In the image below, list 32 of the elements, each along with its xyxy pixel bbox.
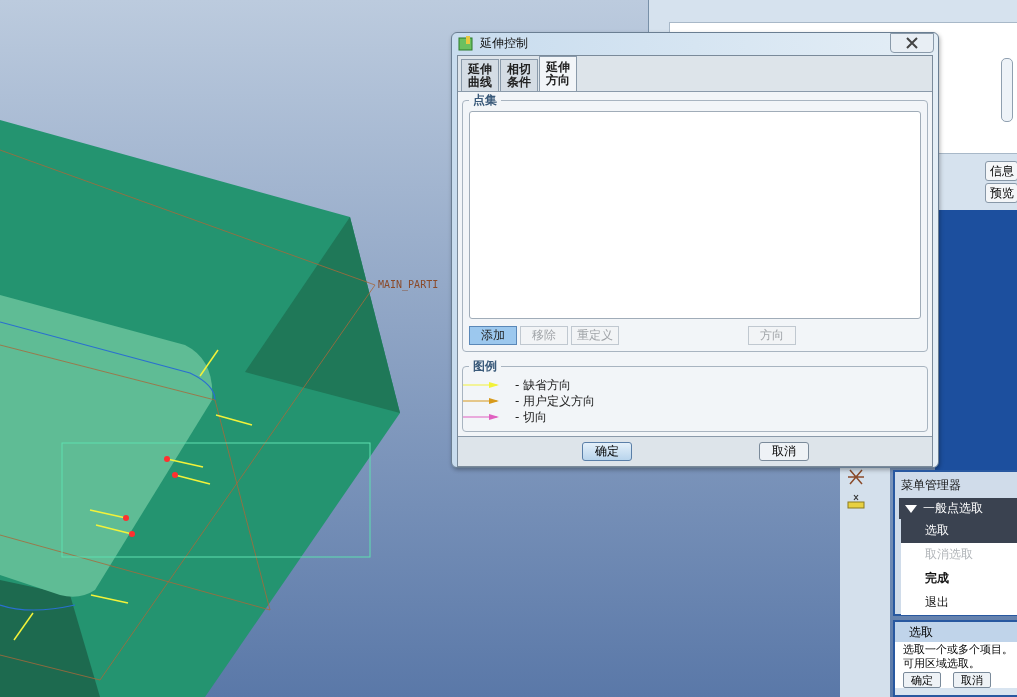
dialog-title: 选取	[909, 623, 933, 641]
instruction-text: 可用区域选取。	[903, 657, 981, 671]
point-on-surface-icon[interactable]	[846, 492, 866, 510]
close-icon	[905, 37, 919, 49]
dialog-title: 延伸控制	[480, 34, 528, 52]
app-icon	[458, 35, 474, 51]
dialog-button[interactable]: 确定	[903, 672, 941, 688]
instruction-text: 选取一个或多个项目。	[903, 643, 1014, 657]
menu-item[interactable]: 完成	[901, 567, 1017, 591]
legend-label: - 切向	[515, 408, 548, 426]
dialog-button[interactable]: 确定	[581, 442, 632, 461]
tab[interactable]: 延伸曲线	[461, 59, 499, 91]
close-button[interactable]	[890, 33, 934, 53]
menu-section-header[interactable]: 一般点选取	[899, 498, 1017, 519]
legend-label: - 缺省方向	[515, 376, 572, 394]
dialog-button[interactable]: 取消	[953, 672, 991, 688]
tab[interactable]: 相切条件	[500, 59, 538, 91]
point-cross-icon[interactable]	[846, 468, 866, 486]
side-button[interactable]: 信息	[985, 161, 1017, 181]
dialog-button[interactable]: 取消	[758, 442, 809, 461]
menu-item[interactable]: 退出	[901, 591, 1017, 615]
tab[interactable]: 延伸方向	[539, 56, 577, 91]
menu-item[interactable]: 选取	[901, 519, 1017, 543]
side-button[interactable]: 预览	[985, 183, 1017, 203]
legend-label: - 用户定义方向	[515, 392, 596, 410]
panel-title: 菜单管理器	[900, 477, 962, 494]
caret-icon	[905, 504, 917, 513]
group-title: 图例	[472, 358, 498, 375]
group-title: 点集	[472, 92, 498, 109]
scrollbar[interactable]	[1001, 58, 1013, 122]
model-name-label: MAIN_PARTI	[378, 279, 439, 290]
action-button[interactable]: 添加	[469, 326, 517, 345]
